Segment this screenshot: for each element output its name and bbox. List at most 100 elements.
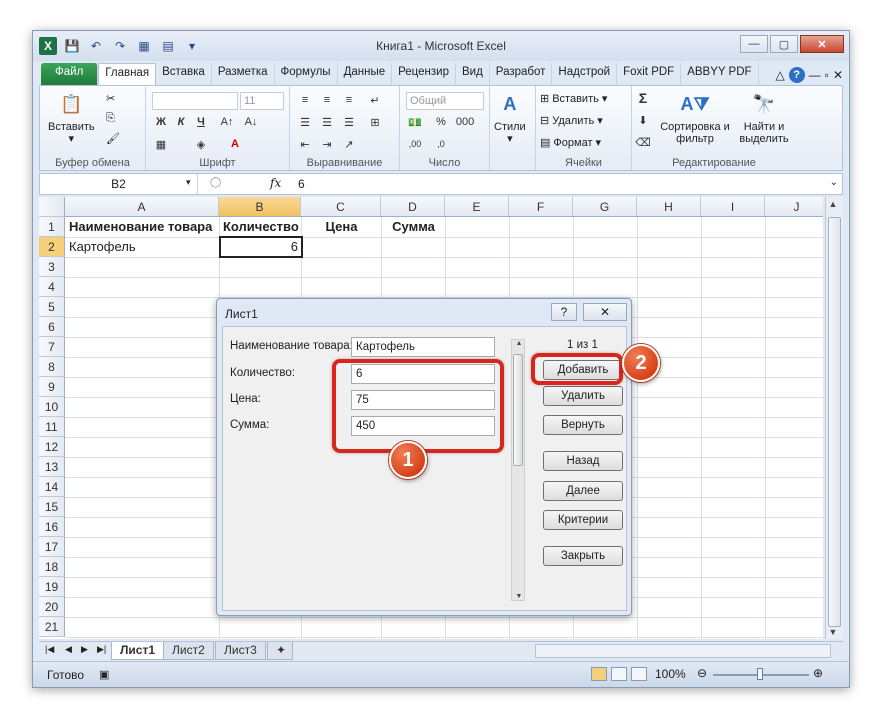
row-header[interactable]: 20: [39, 597, 65, 617]
tab-abbyy-pdf[interactable]: ABBYY PDF: [681, 63, 759, 85]
align-right-icon[interactable]: ☰: [340, 114, 358, 130]
row-header[interactable]: 14: [39, 477, 65, 497]
close-dialog-button[interactable]: Закрыть: [543, 546, 623, 566]
prev-sheet-icon[interactable]: ◀: [65, 644, 72, 655]
vertical-scroll-thumb[interactable]: [828, 217, 841, 627]
row-header[interactable]: 15: [39, 497, 65, 517]
dialog-help-button[interactable]: ?: [551, 303, 577, 321]
name-box-dropdown-icon[interactable]: ▾: [186, 177, 191, 188]
cell-a2[interactable]: Картофель: [66, 237, 219, 257]
column-header[interactable]: D: [381, 197, 445, 217]
tab-data[interactable]: Данные: [338, 63, 393, 85]
font-name-combo[interactable]: [152, 92, 238, 110]
delete-button[interactable]: Удалить: [543, 386, 623, 406]
column-header[interactable]: C: [301, 197, 381, 217]
doc-close-icon[interactable]: ✕: [833, 68, 843, 82]
font-color-icon[interactable]: A: [226, 136, 244, 152]
next-sheet-icon[interactable]: ▶: [81, 644, 88, 655]
cell-a1[interactable]: Наименование товара: [66, 217, 219, 237]
font-shrink-icon[interactable]: A↓: [242, 114, 260, 130]
tab-insert[interactable]: Вставка: [156, 63, 212, 85]
formula-bar-expand-icon[interactable]: ◯: [210, 177, 221, 188]
record-scrollbar[interactable]: ▲ ▼: [511, 339, 525, 601]
previous-button[interactable]: Назад: [543, 451, 623, 471]
tab-formulas[interactable]: Формулы: [275, 63, 338, 85]
sheet-tab-1[interactable]: Лист1: [111, 642, 165, 660]
select-all-corner[interactable]: [39, 197, 65, 217]
row-header[interactable]: 8: [39, 357, 65, 377]
restore-button[interactable]: Вернуть: [543, 415, 623, 435]
scroll-down-icon[interactable]: ▼: [512, 593, 526, 600]
zoom-out-icon[interactable]: ⊖: [697, 666, 707, 680]
tab-review[interactable]: Рецензир: [392, 63, 456, 85]
align-center-icon[interactable]: ☰: [318, 114, 336, 130]
row-header[interactable]: 19: [39, 577, 65, 597]
row-header[interactable]: 1: [39, 217, 65, 237]
page-layout-view-icon[interactable]: [611, 667, 627, 681]
name-box[interactable]: B2: [40, 174, 198, 194]
underline-button[interactable]: Ч: [192, 114, 210, 130]
first-sheet-icon[interactable]: |◀: [45, 644, 54, 655]
column-header[interactable]: J: [765, 197, 823, 217]
row-header[interactable]: 10: [39, 397, 65, 417]
row-header[interactable]: 18: [39, 557, 65, 577]
last-sheet-icon[interactable]: ▶|: [97, 644, 106, 655]
row-header[interactable]: 5: [39, 297, 65, 317]
row-header[interactable]: 17: [39, 537, 65, 557]
fill-color-icon[interactable]: ◈: [192, 136, 210, 152]
row-header[interactable]: 6: [39, 317, 65, 337]
row-header[interactable]: 9: [39, 377, 65, 397]
format-cells-button[interactable]: ▤ Формат ▾: [540, 136, 601, 150]
orientation-icon[interactable]: ↗: [340, 136, 358, 152]
insert-function-icon[interactable]: fx: [270, 176, 281, 190]
expand-formula-bar-icon[interactable]: ⌄: [830, 177, 838, 188]
tab-foxit-pdf[interactable]: Foxit PDF: [617, 63, 682, 85]
italic-button[interactable]: К: [172, 114, 190, 130]
minimize-button[interactable]: —: [740, 35, 768, 53]
scroll-up-icon[interactable]: ▲: [512, 340, 526, 347]
macro-record-icon[interactable]: ▣: [99, 668, 109, 681]
decrease-indent-icon[interactable]: ⇤: [296, 136, 314, 152]
insert-cells-button[interactable]: ⊞ Вставить ▾: [540, 92, 607, 106]
fill-icon[interactable]: ⬇: [634, 112, 652, 128]
vertical-scrollbar[interactable]: ▲ ▼: [825, 197, 843, 639]
scroll-up-icon[interactable]: ▲: [826, 199, 840, 209]
column-header[interactable]: A: [65, 197, 219, 217]
zoom-in-icon[interactable]: ⊕: [813, 666, 823, 680]
field-input-name[interactable]: Картофель: [351, 337, 495, 357]
bold-button[interactable]: Ж: [152, 114, 170, 130]
row-header[interactable]: 4: [39, 277, 65, 297]
tab-home[interactable]: Главная: [98, 63, 157, 85]
close-button[interactable]: ✕: [800, 35, 844, 53]
currency-format-icon[interactable]: 💵: [406, 114, 424, 130]
row-header[interactable]: 2: [39, 237, 65, 257]
cell-b1[interactable]: Количество: [220, 217, 301, 237]
styles-button[interactable]: A Стили ▾: [494, 90, 526, 145]
column-header[interactable]: F: [509, 197, 573, 217]
font-size-combo[interactable]: 11: [240, 92, 284, 110]
align-middle-icon[interactable]: ≡: [318, 92, 336, 108]
formula-input[interactable]: 6: [298, 177, 305, 191]
next-button[interactable]: Далее: [543, 481, 623, 501]
merge-center-icon[interactable]: ⊞: [366, 114, 384, 130]
sheet-tab-3[interactable]: Лист3: [215, 642, 266, 660]
zoom-level[interactable]: 100%: [655, 667, 686, 681]
column-header[interactable]: I: [701, 197, 765, 217]
maximize-button[interactable]: ▢: [770, 35, 798, 53]
delete-cells-button[interactable]: ⊟ Удалить ▾: [540, 114, 603, 128]
page-break-view-icon[interactable]: [631, 667, 647, 681]
doc-minimize-icon[interactable]: —: [809, 68, 821, 82]
copy-icon[interactable]: ⎘: [106, 112, 115, 125]
row-header[interactable]: 13: [39, 457, 65, 477]
borders-icon[interactable]: ▦: [152, 136, 170, 152]
increase-indent-icon[interactable]: ⇥: [318, 136, 336, 152]
find-select-button[interactable]: 🔭 Найти и выделить: [732, 90, 796, 145]
row-header[interactable]: 12: [39, 437, 65, 457]
align-top-icon[interactable]: ≡: [296, 92, 314, 108]
increase-decimal-icon[interactable]: ,00: [406, 136, 424, 152]
dialog-close-button[interactable]: ✕: [583, 303, 627, 321]
cut-icon[interactable]: ✂: [106, 92, 115, 105]
cell-c1[interactable]: Цена: [302, 217, 381, 237]
comma-format-icon[interactable]: 000: [456, 114, 474, 130]
sheet-tab-2[interactable]: Лист2: [163, 642, 214, 660]
